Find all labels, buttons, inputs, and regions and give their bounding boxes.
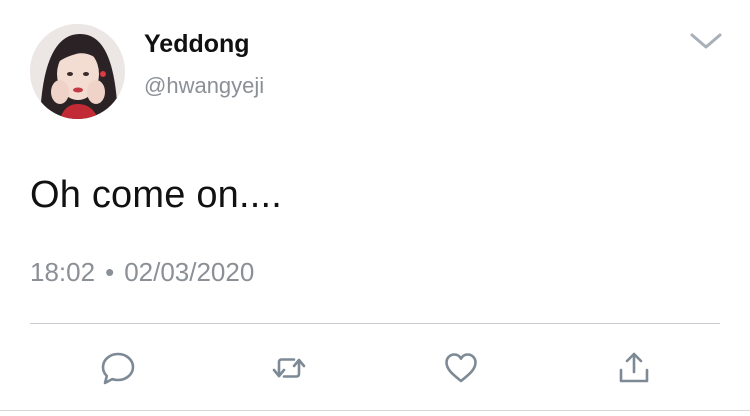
tweet-timestamp: 18:02 • 02/03/2020 [30, 257, 254, 288]
avatar[interactable] [30, 24, 125, 119]
avatar-image [30, 24, 125, 119]
user-handle[interactable]: @hwangyeji [144, 73, 264, 99]
tweet-card: Yeddong @hwangyeji Oh come on.... 18:02 •… [0, 0, 750, 416]
heart-icon [445, 353, 477, 383]
bottom-divider [0, 410, 750, 411]
divider [30, 323, 720, 324]
display-name[interactable]: Yeddong [144, 30, 250, 59]
share-button[interactable] [616, 350, 652, 386]
retweet-icon [272, 358, 306, 378]
tweet-date: 02/03/2020 [124, 257, 255, 287]
chevron-down-icon[interactable] [688, 30, 724, 52]
speech-bubble-icon [101, 352, 135, 385]
like-button[interactable] [443, 350, 479, 386]
tweet-time: 18:02 [30, 257, 96, 287]
tweet-text: Oh come on.... [30, 174, 283, 216]
meta-separator: • [105, 257, 115, 287]
retweet-button[interactable] [271, 350, 307, 386]
share-icon [619, 352, 649, 383]
reply-button[interactable] [100, 350, 136, 386]
